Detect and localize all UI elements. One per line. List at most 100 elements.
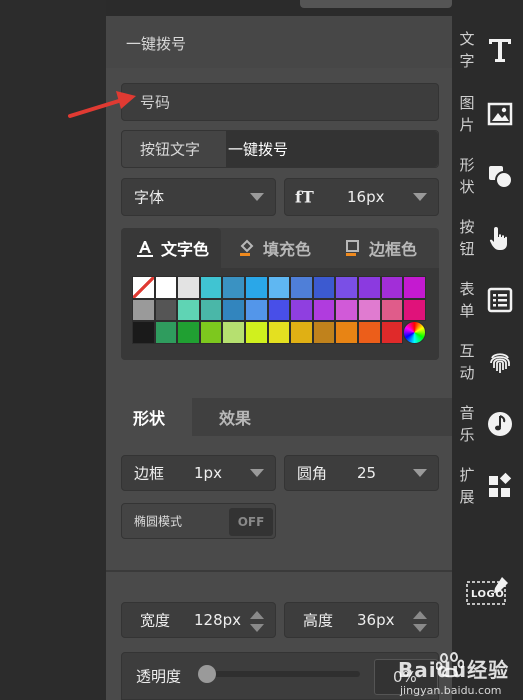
font-size-icon: fT [295, 187, 314, 207]
color-swatch[interactable] [132, 298, 155, 322]
font-family-select[interactable]: 字体 [121, 178, 276, 216]
color-swatch[interactable] [177, 321, 200, 344]
width-value: 128px [194, 611, 242, 629]
color-swatch[interactable] [244, 321, 268, 344]
color-swatch[interactable] [403, 298, 426, 322]
color-swatch[interactable] [335, 298, 358, 322]
height-value: 36px [357, 611, 395, 629]
tab-effect[interactable]: 效果 [192, 398, 278, 436]
color-palette [132, 276, 426, 344]
chevron-down-icon [413, 193, 427, 201]
decrement-icon[interactable] [413, 624, 427, 632]
panel-header: 一键拨号 [106, 16, 452, 68]
chevron-down-icon [413, 469, 427, 477]
color-swatch[interactable] [267, 276, 291, 299]
form-list-icon [487, 287, 513, 313]
music-note-icon [488, 412, 512, 436]
color-swatch[interactable] [380, 276, 404, 299]
corner-radius-select[interactable]: 圆角 25 [284, 455, 439, 491]
opacity-slider-track[interactable] [206, 671, 360, 677]
sidebar-item-label: 互动 [459, 342, 475, 382]
color-swatch[interactable] [154, 321, 178, 344]
border-width-select[interactable]: 边框 1px [121, 455, 276, 491]
color-swatch[interactable] [199, 298, 223, 322]
color-swatch[interactable] [312, 298, 336, 322]
image-icon [487, 102, 513, 126]
color-swatch[interactable] [357, 321, 381, 344]
text-color-icon [137, 241, 153, 257]
color-swatch[interactable] [244, 276, 268, 299]
color-swatch[interactable] [177, 276, 200, 299]
style-tabs: 形状 效果 [106, 398, 452, 436]
watermark: Baidu经验 jingyan.baidu.com [396, 650, 523, 700]
color-swatch[interactable] [199, 276, 223, 299]
logo-button[interactable]: LOGO [466, 576, 510, 606]
sidebar-item-text[interactable]: 文字 [452, 26, 523, 92]
button-text-label: 按钮文字 [140, 140, 201, 159]
sidebar-item-shape[interactable]: 形状 [452, 152, 523, 218]
custom-color-wheel[interactable] [403, 321, 426, 344]
color-swatch[interactable] [357, 298, 381, 322]
color-swatch[interactable] [154, 298, 178, 322]
sidebar-item-music[interactable]: 音乐 [452, 400, 523, 466]
color-swatch[interactable] [267, 321, 291, 344]
color-swatch[interactable] [335, 321, 358, 344]
color-swatch[interactable] [154, 276, 178, 299]
color-swatch[interactable] [290, 298, 313, 322]
color-swatch[interactable] [312, 321, 336, 344]
watermark-brand: Baidu经验 [398, 658, 510, 682]
color-swatch[interactable] [335, 276, 358, 299]
opacity-slider-handle[interactable] [198, 665, 216, 683]
tab-fill-color[interactable]: 填充色 [233, 228, 333, 268]
watermark-url: jingyan.baidu.com [400, 684, 502, 697]
increment-icon[interactable] [250, 611, 264, 619]
border-value: 1px [194, 464, 222, 482]
height-stepper[interactable]: 高度 36px [284, 602, 439, 638]
color-swatch[interactable] [357, 276, 381, 299]
color-swatch[interactable] [403, 276, 426, 299]
tab-fill-color-label: 填充色 [263, 240, 312, 259]
border-label: 边框 [134, 464, 165, 483]
color-swatch[interactable] [222, 298, 245, 322]
decrement-icon[interactable] [250, 624, 264, 632]
increment-icon[interactable] [413, 611, 427, 619]
width-stepper[interactable]: 宽度 128px [121, 602, 276, 638]
color-swatch[interactable] [222, 276, 245, 299]
radius-value: 25 [357, 464, 377, 482]
annotation-arrow [68, 91, 136, 118]
ellipse-mode-toggle[interactable]: OFF [229, 508, 273, 536]
sidebar-item-label: 按钮 [459, 218, 475, 258]
font-label: 字体 [134, 188, 165, 207]
color-swatch[interactable] [380, 321, 404, 344]
top-button[interactable] [300, 0, 452, 8]
color-swatch[interactable] [267, 298, 291, 322]
sidebar-item-extension[interactable]: 扩展 [452, 462, 523, 528]
sidebar-item-interaction[interactable]: 互动 [452, 338, 523, 404]
color-swatch[interactable] [177, 298, 200, 322]
color-swatch[interactable] [290, 321, 313, 344]
tab-text-color-label: 文字色 [161, 240, 210, 259]
tab-shape[interactable]: 形状 [106, 398, 192, 436]
color-swatch[interactable] [290, 276, 313, 299]
color-swatch[interactable] [380, 298, 404, 322]
shapes-icon [489, 166, 513, 189]
sidebar-item-button[interactable]: 按钮 [452, 214, 523, 280]
color-swatch[interactable] [222, 321, 245, 344]
button-text-field[interactable]: 按钮文字 一键拨号 [121, 130, 439, 168]
color-swatch[interactable] [244, 298, 268, 322]
sidebar-item-form[interactable]: 表单 [452, 276, 523, 342]
tab-border-color[interactable]: 边框色 [339, 228, 439, 268]
tab-text-color[interactable]: 文字色 [121, 228, 221, 268]
color-swatch[interactable] [312, 276, 336, 299]
phone-number-input[interactable]: 号码 [121, 83, 439, 121]
extension-grid-icon [489, 472, 512, 497]
radius-label: 圆角 [297, 464, 328, 483]
font-size-select[interactable]: fT 16px [284, 178, 439, 216]
button-text-value: 一键拨号 [228, 140, 289, 159]
sidebar-item-image[interactable]: 图片 [452, 90, 523, 156]
color-swatch[interactable] [199, 321, 223, 344]
no-color-swatch[interactable] [132, 276, 155, 299]
sidebar-item-label: 扩展 [459, 466, 475, 506]
button-text-input[interactable]: 一键拨号 [226, 131, 438, 167]
color-swatch[interactable] [132, 321, 155, 344]
